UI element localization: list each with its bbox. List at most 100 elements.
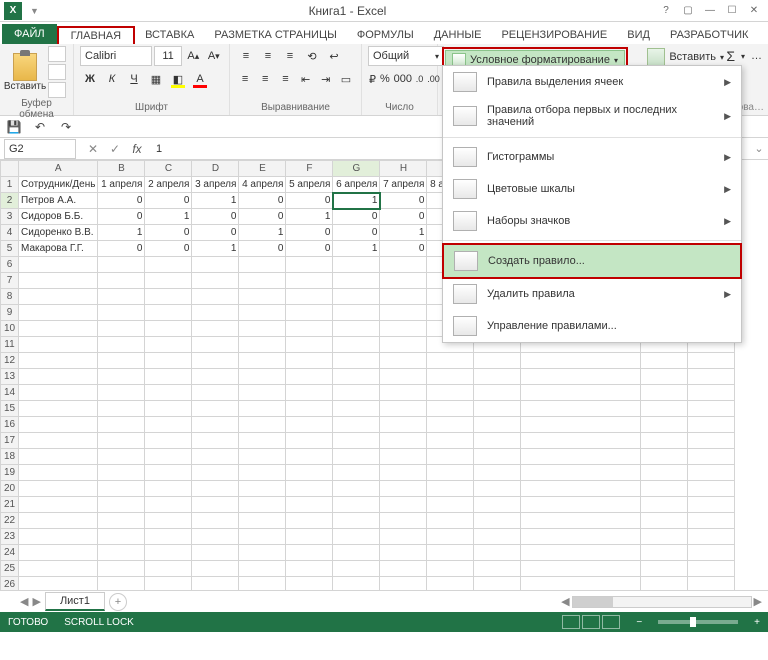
increase-indent-button[interactable]: ⇥ xyxy=(317,69,335,89)
sheet-tab-1[interactable]: Лист1 xyxy=(45,592,105,611)
align-middle-button[interactable]: ≡ xyxy=(258,46,278,66)
tab-developer[interactable]: РАЗРАБОТЧИК xyxy=(660,26,758,44)
minimize-icon[interactable]: — xyxy=(700,3,720,19)
tab-home[interactable]: ГЛАВНАЯ xyxy=(57,26,135,44)
cf-clear-rules[interactable]: Удалить правила ▶ xyxy=(443,278,741,310)
bold-button[interactable]: Ж xyxy=(80,69,100,89)
cf-highlight-cells-rules[interactable]: Правила выделения ячеек ▶ xyxy=(443,66,741,98)
wrap-text-button[interactable]: ↩ xyxy=(324,46,344,66)
merge-button[interactable]: ▭ xyxy=(337,69,355,89)
zoom-out-button[interactable]: − xyxy=(636,617,642,628)
comma-button[interactable]: 000 xyxy=(393,69,413,89)
decrease-font-button[interactable]: A▾ xyxy=(205,46,223,66)
decrease-decimal-button[interactable]: .00 xyxy=(426,69,441,89)
chevron-right-icon: ▶ xyxy=(724,184,731,195)
align-top-button[interactable]: ≡ xyxy=(236,46,256,66)
sheet-nav-prev[interactable]: ◀ xyxy=(20,595,28,608)
manage-rules-icon xyxy=(453,316,477,336)
copy-button[interactable] xyxy=(48,64,66,80)
insert-cells-icon xyxy=(647,48,665,66)
insert-function-button[interactable]: fx xyxy=(128,142,146,156)
undo-button[interactable]: ↶ xyxy=(32,119,48,135)
chevron-right-icon: ▶ xyxy=(724,77,731,88)
underline-button[interactable]: Ч xyxy=(124,69,144,89)
zoom-in-button[interactable]: + xyxy=(754,617,760,628)
tab-file[interactable]: ФАЙЛ xyxy=(2,24,57,44)
tab-data[interactable]: ДАННЫЕ xyxy=(424,26,492,44)
chevron-right-icon: ▶ xyxy=(724,289,731,300)
cf-new-rule[interactable]: Создать правило... xyxy=(444,245,740,277)
increase-decimal-button[interactable]: .0 xyxy=(415,69,425,89)
font-group-label: Шрифт xyxy=(80,102,223,113)
save-button[interactable]: 💾 xyxy=(6,119,22,135)
autosum-button[interactable]: Σ xyxy=(726,48,735,64)
qat-dropdown-icon[interactable]: ▼ xyxy=(30,6,39,16)
more-button[interactable]: … xyxy=(751,50,762,62)
percent-button[interactable]: % xyxy=(379,69,391,89)
sheet-nav-next[interactable]: ▶ xyxy=(32,595,40,608)
horizontal-scrollbar[interactable] xyxy=(572,596,752,608)
icon-sets-icon xyxy=(453,211,477,231)
format-painter-button[interactable] xyxy=(48,82,66,98)
clipboard-group-label: Буфер обмена xyxy=(6,98,67,120)
decrease-indent-button[interactable]: ⇤ xyxy=(297,69,315,89)
borders-button[interactable]: ▦ xyxy=(146,69,166,89)
tab-formulas[interactable]: ФОРМУЛЫ xyxy=(347,26,424,44)
data-bars-icon xyxy=(453,147,477,167)
page-layout-view-button[interactable] xyxy=(582,615,600,629)
number-group-label: Число xyxy=(368,102,431,113)
font-name-select[interactable]: Calibri xyxy=(80,46,152,66)
hscroll-right[interactable]: ▶ xyxy=(754,595,762,608)
new-sheet-button[interactable]: + xyxy=(109,593,127,611)
tab-insert[interactable]: ВСТАВКА xyxy=(135,26,204,44)
expand-formula-bar-button[interactable]: ⌄ xyxy=(750,142,768,155)
status-bar: ГОТОВО SCROLL LOCK − + xyxy=(0,612,768,632)
normal-view-button[interactable] xyxy=(562,615,580,629)
tab-view[interactable]: ВИД xyxy=(617,26,660,44)
chevron-down-icon: ▾ xyxy=(614,56,618,65)
new-rule-icon xyxy=(454,251,478,271)
maximize-icon[interactable]: ☐ xyxy=(722,3,742,19)
help-icon[interactable]: ? xyxy=(656,3,676,19)
fill-color-button[interactable]: ◧ xyxy=(168,69,188,89)
cf-data-bars[interactable]: Гистограммы ▶ xyxy=(443,141,741,173)
page-break-view-button[interactable] xyxy=(602,615,620,629)
number-format-select[interactable]: Общий▾ xyxy=(368,46,444,66)
chevron-right-icon: ▶ xyxy=(724,216,731,227)
titlebar: X ▼ Книга1 - Excel ? ▢ — ☐ ✕ xyxy=(0,0,768,22)
cancel-formula-button[interactable]: ✕ xyxy=(84,142,102,156)
align-left-button[interactable]: ≡ xyxy=(236,69,254,89)
insert-cells-label: Вставить xyxy=(669,51,716,63)
insert-cells-button[interactable]: Вставить ▾ xyxy=(647,48,724,66)
ribbon-collapse-icon[interactable]: ▢ xyxy=(678,3,698,19)
font-size-select[interactable]: 11 xyxy=(154,46,182,66)
close-icon[interactable]: ✕ xyxy=(744,3,764,19)
highlight-rules-icon xyxy=(453,72,477,92)
enter-formula-button[interactable]: ✓ xyxy=(106,142,124,156)
top-bottom-icon xyxy=(453,106,477,126)
currency-button[interactable]: ₽ xyxy=(368,69,377,89)
hscroll-left[interactable]: ◀ xyxy=(561,595,569,608)
align-center-button[interactable]: ≡ xyxy=(256,69,274,89)
paste-button[interactable]: Вставить xyxy=(6,46,44,98)
zoom-slider[interactable] xyxy=(658,620,738,624)
name-box[interactable]: G2 xyxy=(4,139,76,159)
cf-manage-rules[interactable]: Управление правилами... xyxy=(443,310,741,342)
italic-button[interactable]: К xyxy=(102,69,122,89)
redo-button[interactable]: ↷ xyxy=(58,119,74,135)
tab-page-layout[interactable]: РАЗМЕТКА СТРАНИЦЫ xyxy=(204,26,346,44)
cut-button[interactable] xyxy=(48,46,66,62)
cf-top-bottom-rules[interactable]: Правила отбора первых и последних значен… xyxy=(443,98,741,134)
status-ready: ГОТОВО xyxy=(8,617,48,628)
cf-color-scales[interactable]: Цветовые шкалы ▶ xyxy=(443,173,741,205)
orientation-button[interactable]: ⟲ xyxy=(302,46,322,66)
align-bottom-button[interactable]: ≡ xyxy=(280,46,300,66)
tab-review[interactable]: РЕЦЕНЗИРОВАНИЕ xyxy=(491,26,617,44)
font-color-button[interactable]: A xyxy=(190,69,210,89)
clipboard-icon xyxy=(13,53,37,81)
align-right-button[interactable]: ≡ xyxy=(276,69,294,89)
cf-icon-sets[interactable]: Наборы значков ▶ xyxy=(443,205,741,237)
increase-font-button[interactable]: A▴ xyxy=(184,46,202,66)
clear-rules-icon xyxy=(453,284,477,304)
color-scales-icon xyxy=(453,179,477,199)
